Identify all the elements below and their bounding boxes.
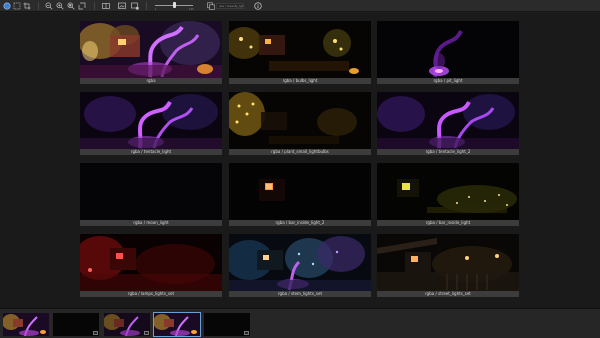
grid-item[interactable]: rgba / tentacle_light_2 — [377, 92, 519, 157]
grid-item-caption: rgba / stem_lights_set — [229, 291, 371, 297]
grid-item-caption: rgba / tentacle_light — [80, 149, 222, 155]
render-thumbnail[interactable] — [377, 92, 519, 149]
compare-icon[interactable] — [102, 2, 110, 10]
grid-item[interactable]: rgba / street_lights_set — [377, 234, 519, 299]
grid-item-caption: rgba / tentacle_light_2 — [377, 149, 519, 155]
render-thumbnail[interactable] — [377, 234, 519, 291]
filmstrip-item[interactable] — [53, 313, 99, 336]
grid-item[interactable]: rgba / bulbs_light — [229, 21, 371, 86]
toolbar-separator — [38, 2, 39, 10]
crop-icon[interactable] — [23, 2, 31, 10]
zoom-slider-min: 1 — [155, 8, 157, 11]
add-icon[interactable] — [131, 2, 139, 10]
render-thumbnail[interactable] — [80, 92, 222, 149]
zoom-out-icon[interactable] — [45, 2, 53, 10]
render-thumbnail[interactable] — [80, 234, 222, 291]
grid-item-caption: rgba / pit_light — [377, 78, 519, 84]
render-thumbnail[interactable] — [229, 163, 371, 220]
zoom-in-icon[interactable] — [56, 2, 64, 10]
render-thumbnail[interactable] — [377, 21, 519, 78]
grid-item[interactable]: rgba / pit_light — [377, 21, 519, 86]
grid-item-caption: rgba / bulbs_light — [229, 78, 371, 84]
render-thumbnail[interactable] — [80, 21, 222, 78]
toolbar-separator — [146, 2, 147, 10]
select-icon[interactable] — [13, 2, 21, 10]
toolbar-separator — [94, 2, 95, 10]
grid-item[interactable]: rgba / bar_inside_light_2 — [229, 163, 371, 228]
render-thumbnail[interactable] — [229, 234, 371, 291]
grid-item[interactable]: rgba / plant_small_lightbulbs — [229, 92, 371, 157]
render-thumbnail[interactable] — [80, 163, 222, 220]
filmstrip-item[interactable] — [3, 313, 49, 336]
grid-item-caption: rgba / bar_inside_light — [377, 220, 519, 226]
grid-item-caption: rgba / moon_light — [80, 220, 222, 226]
info-icon[interactable] — [254, 2, 262, 10]
layers-badge-icon — [93, 331, 98, 335]
grid-item[interactable]: rgba / tentacle_light — [80, 92, 222, 157]
filmstrip-item[interactable] — [204, 313, 250, 336]
render-thumbnail[interactable] — [377, 163, 519, 220]
grid-item-caption: rgba / lamps_lights_set — [80, 291, 222, 297]
rotate-icon[interactable] — [78, 2, 86, 10]
filmstrip-item-selected[interactable] — [153, 312, 201, 337]
grid-item-caption: rgba / plant_small_lightbulbs — [229, 149, 371, 155]
zoom-slider-max: 100 — [189, 8, 194, 11]
zoom-slider-thumb[interactable] — [172, 2, 176, 8]
grid-item[interactable]: rgba / moon_light — [80, 163, 222, 228]
gallery-icon[interactable] — [118, 2, 126, 10]
grid-item-caption: rgba / street_lights_set — [377, 291, 519, 297]
layers-badge-icon — [144, 331, 149, 335]
filmstrip — [0, 308, 600, 338]
image-grid: rgba rgba / bulbs_light rgba / pit_light… — [0, 13, 600, 308]
toolbar: 1 100 aov / beauty_lgts — [0, 0, 600, 12]
render-thumbnail[interactable] — [229, 21, 371, 78]
grid-item[interactable]: rgba / bar_inside_light — [377, 163, 519, 228]
grid-item-caption: rgba / bar_inside_light_2 — [229, 220, 371, 226]
globe-icon[interactable] — [3, 2, 11, 10]
grid-item[interactable]: rgba — [80, 21, 222, 86]
filmstrip-item[interactable] — [104, 313, 150, 336]
zoom-fit-icon[interactable] — [67, 2, 75, 10]
channel-path-field[interactable]: aov / beauty_lgts — [216, 3, 244, 9]
grid-item-caption: rgba — [80, 78, 222, 84]
grid-item[interactable]: rgba / lamps_lights_set — [80, 234, 222, 299]
grid-item[interactable]: rgba / stem_lights_set — [229, 234, 371, 299]
layers-icon[interactable] — [207, 2, 215, 10]
layers-badge-icon — [244, 331, 249, 335]
render-thumbnail[interactable] — [229, 92, 371, 149]
